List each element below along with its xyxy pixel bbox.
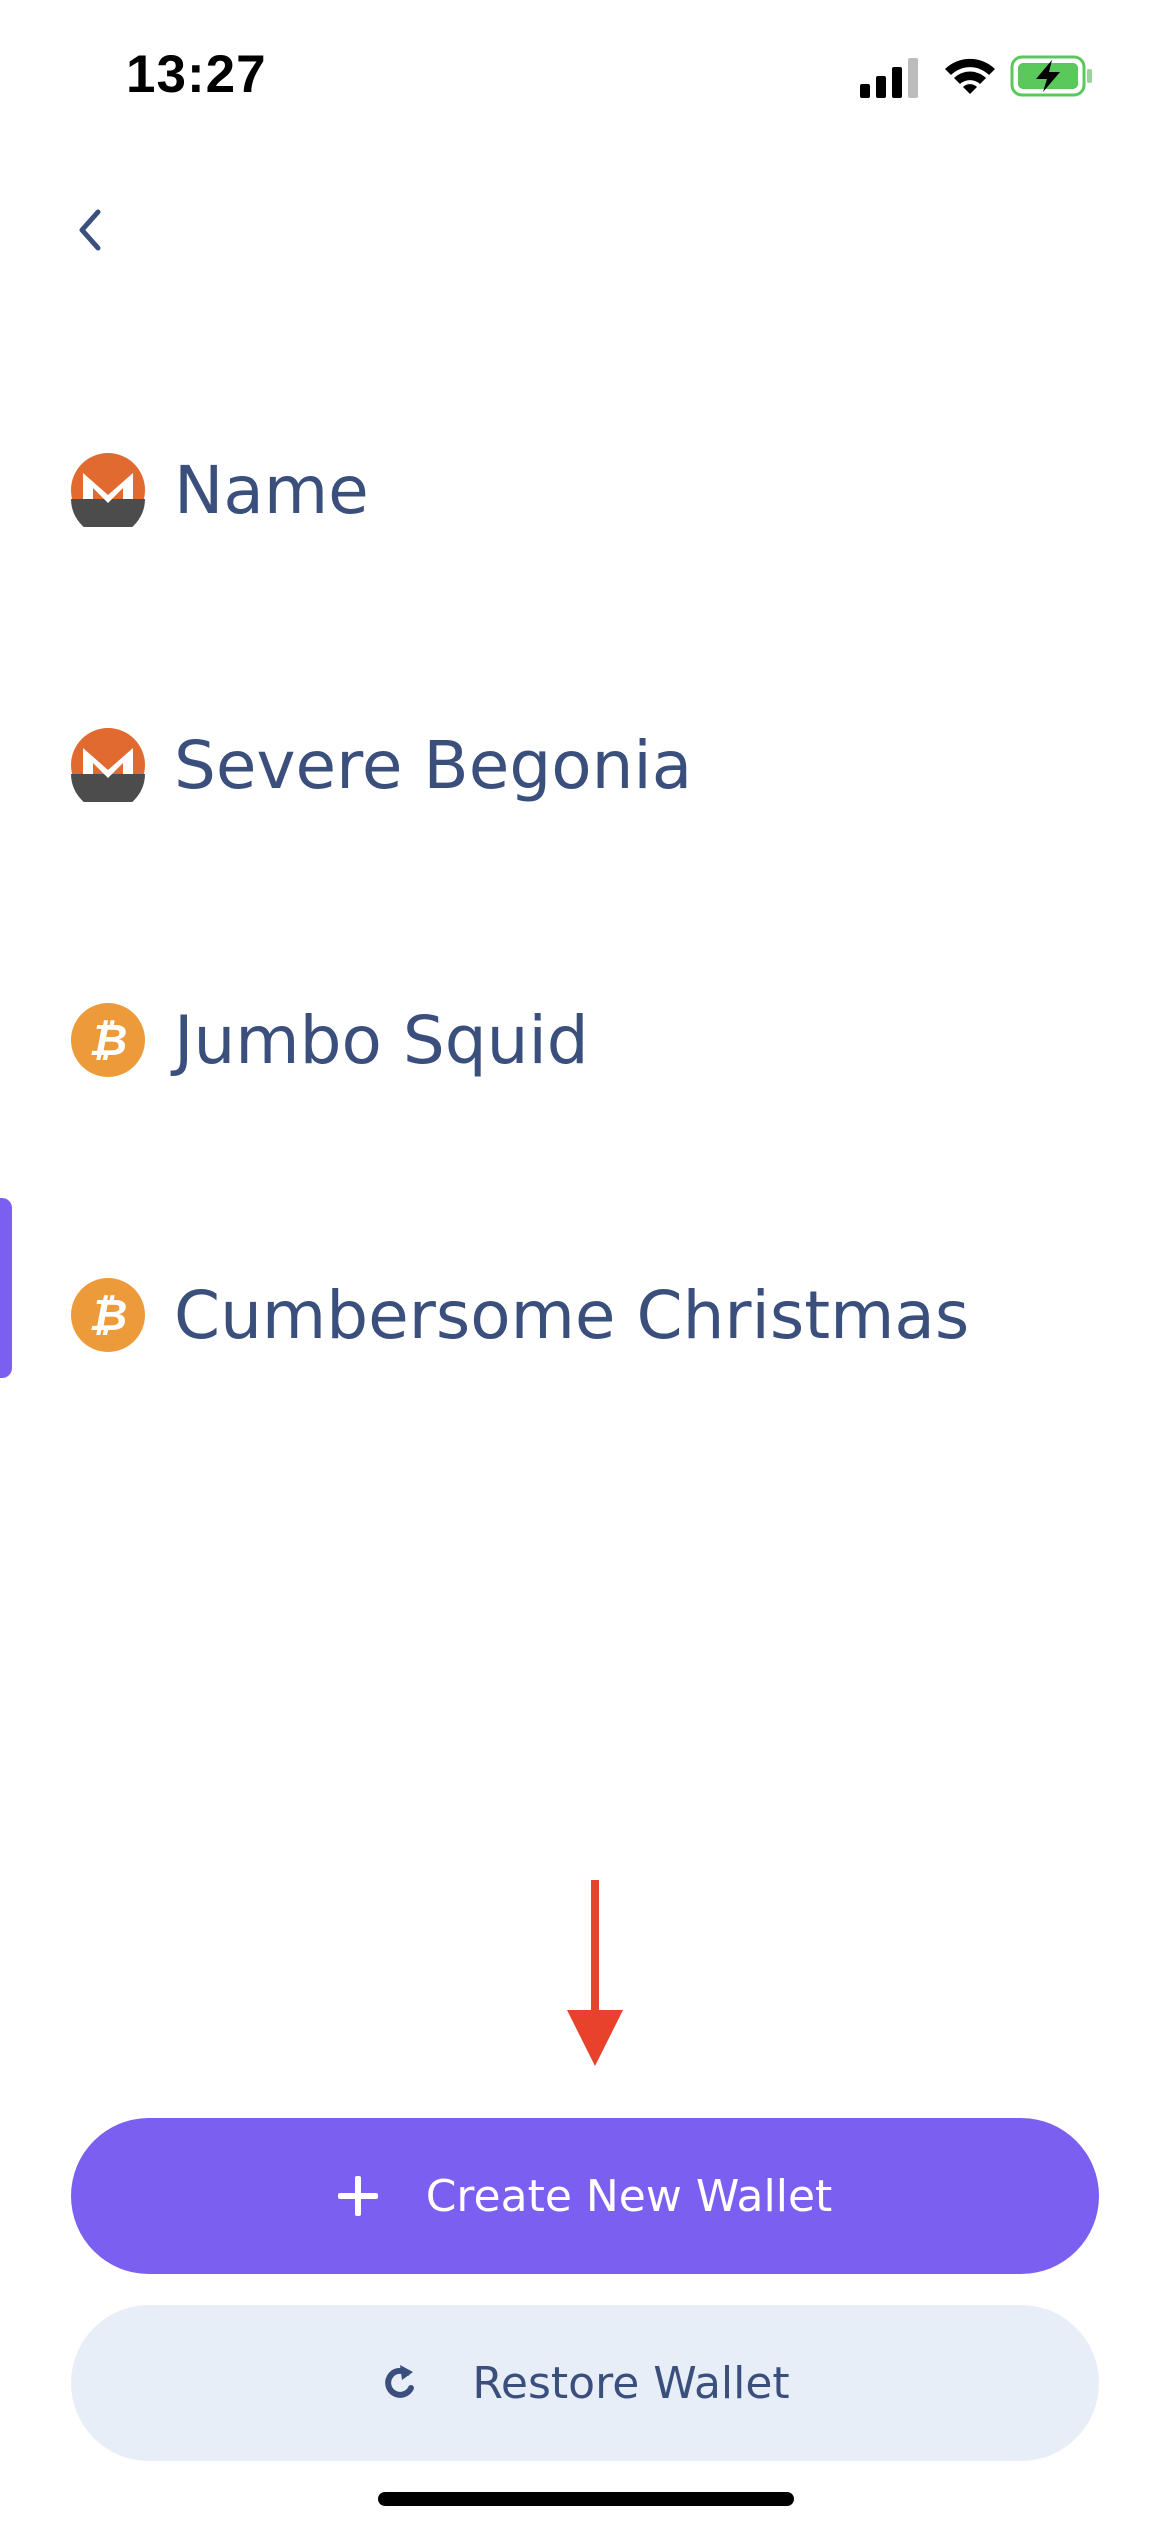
wallet-item[interactable]: Severe Begonia xyxy=(0,675,1170,855)
wallet-name: Name xyxy=(174,451,369,529)
wallet-name: Severe Begonia xyxy=(174,726,693,804)
refresh-icon xyxy=(385,2365,415,2398)
home-indicator[interactable] xyxy=(378,2492,794,2506)
status-time: 13:27 xyxy=(126,45,267,104)
wifi-icon xyxy=(945,58,995,94)
wallet-name: Jumbo Squid xyxy=(174,1001,589,1079)
back-button[interactable] xyxy=(60,195,120,265)
annotation-arrow-icon xyxy=(567,1880,623,2066)
plus-icon xyxy=(337,2176,378,2216)
wallet-item[interactable]: ₿ Jumbo Squid xyxy=(0,950,1170,1130)
wallet-name: Cumbersome Christmas xyxy=(174,1276,970,1354)
wallet-item[interactable]: Name xyxy=(0,400,1170,580)
svg-text:₿: ₿ xyxy=(89,1015,128,1066)
signal-icon xyxy=(860,58,918,98)
bitcoin-icon: ₿ xyxy=(71,1003,145,1077)
status-icons xyxy=(860,52,1100,102)
create-new-wallet-label: Create New Wallet xyxy=(425,2170,833,2222)
restore-wallet-label: Restore Wallet xyxy=(472,2357,790,2409)
wallet-item-selected[interactable]: ₿ Cumbersome Christmas xyxy=(0,1225,1170,1405)
monero-icon xyxy=(71,453,145,527)
create-new-wallet-button[interactable]: Create New Wallet xyxy=(71,2118,1099,2274)
battery-charging-icon xyxy=(1010,55,1092,97)
svg-text:₿: ₿ xyxy=(89,1290,128,1341)
restore-wallet-button[interactable]: Restore Wallet xyxy=(71,2305,1099,2461)
bitcoin-icon: ₿ xyxy=(71,1278,145,1352)
chevron-left-icon xyxy=(79,209,101,251)
monero-icon xyxy=(71,728,145,802)
